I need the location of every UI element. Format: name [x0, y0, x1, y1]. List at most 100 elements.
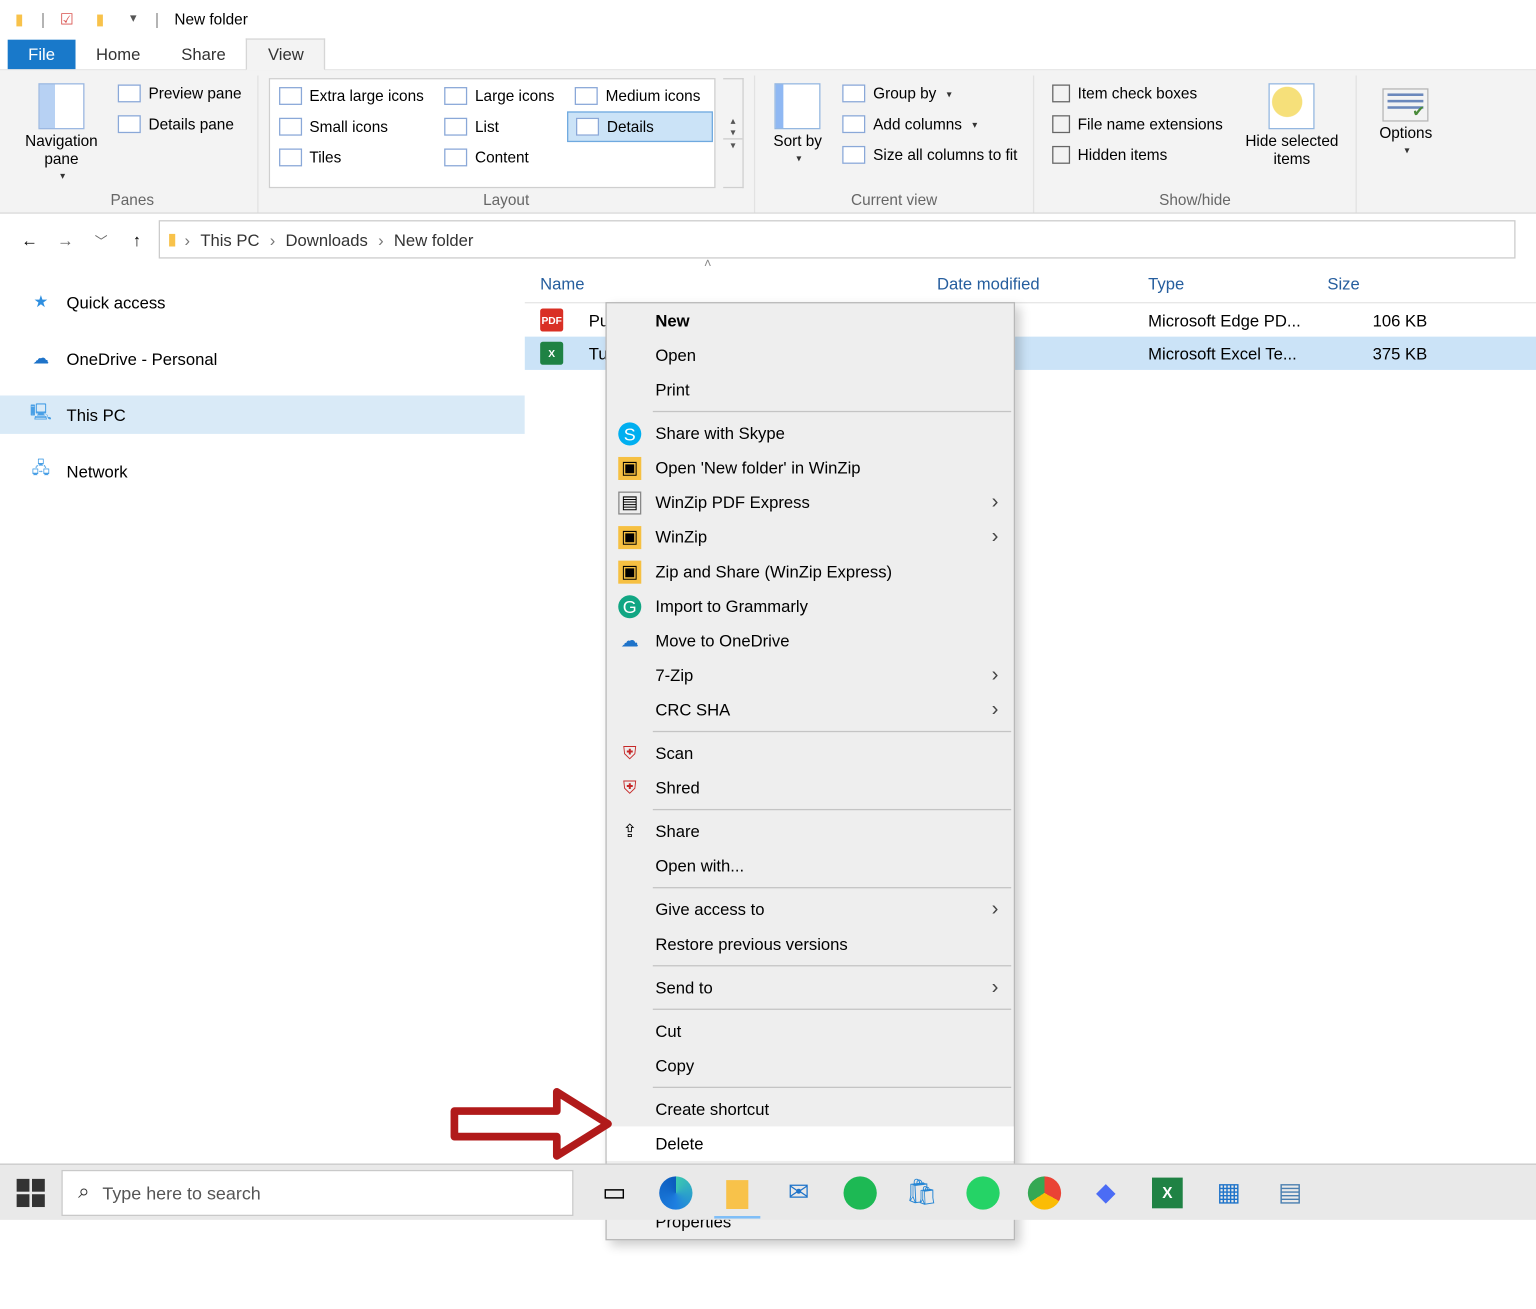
ribbon-group-options: ✔ Options ▾	[1357, 76, 1454, 213]
address-bar[interactable]: ▮ › This PC › Downloads › New folder	[159, 220, 1516, 258]
separator	[653, 1009, 1011, 1010]
ctx-import-grammarly[interactable]: GImport to Grammarly	[607, 589, 1014, 624]
forward-button[interactable]: →	[51, 225, 79, 253]
column-date-modified[interactable]: Date modified	[922, 265, 1133, 302]
item-check-boxes-checkbox[interactable]: Item check boxes	[1044, 78, 1230, 109]
ctx-open-with[interactable]: Open with...	[607, 849, 1014, 884]
ctx-crc-sha[interactable]: CRC SHA›	[607, 692, 1014, 727]
taskbar-edge[interactable]	[645, 1164, 706, 1220]
ctx-shred[interactable]: ⛨Shred	[607, 771, 1014, 806]
layout-large-icons[interactable]: Large icons	[437, 81, 568, 112]
navigation-pane-button[interactable]: Navigation pane ▾	[18, 78, 105, 182]
ctx-copy[interactable]: Copy	[607, 1048, 1014, 1083]
back-button[interactable]: ←	[15, 225, 43, 253]
ctx-open[interactable]: Open	[607, 338, 1014, 373]
hidden-items-checkbox[interactable]: Hidden items	[1044, 140, 1230, 171]
context-menu: New Open Print SShare with Skype ▣Open '…	[605, 302, 1015, 1240]
ctx-give-access-to[interactable]: Give access to›	[607, 892, 1014, 927]
ctx-winzip-pdf-express[interactable]: ▤WinZip PDF Express›	[607, 485, 1014, 520]
folder-icon: ▮	[168, 229, 177, 249]
options-button[interactable]: ✔ Options ▾	[1367, 78, 1444, 156]
small-icons-icon	[279, 118, 302, 136]
ctx-delete[interactable]: Delete	[607, 1126, 1014, 1161]
taskbar-whatsapp[interactable]	[952, 1164, 1013, 1220]
nav-this-pc[interactable]: 🖳This PC	[0, 396, 525, 434]
sort-indicator-icon: ˄	[704, 257, 711, 271]
start-button[interactable]	[0, 1164, 61, 1220]
ctx-zip-and-share[interactable]: ▣Zip and Share (WinZip Express)	[607, 554, 1014, 589]
layout-gallery-scroll[interactable]: ▴▾▾	[723, 78, 743, 188]
ctx-print[interactable]: Print	[607, 372, 1014, 407]
layout-tiles[interactable]: Tiles	[271, 142, 437, 173]
ctx-restore-previous[interactable]: Restore previous versions	[607, 927, 1014, 962]
taskbar-excel[interactable]: X	[1137, 1164, 1198, 1220]
taskbar-mail[interactable]: ✉	[768, 1164, 829, 1220]
qat-icon[interactable]: ▮	[5, 4, 33, 32]
ribbon-group-panes-caption: Panes	[111, 188, 155, 212]
column-name[interactable]: Name˄	[525, 265, 922, 302]
shield-icon: ⛨	[618, 776, 641, 799]
breadcrumb-this-pc[interactable]: This PC	[193, 221, 268, 257]
column-size[interactable]: Size	[1312, 265, 1427, 302]
details-pane-button[interactable]: Details pane	[113, 109, 247, 140]
taskbar-calendar[interactable]: ▦	[1198, 1164, 1259, 1220]
separator	[653, 731, 1011, 732]
qat-properties-icon[interactable]: ☑	[53, 4, 81, 32]
size-all-columns-button[interactable]: Size all columns to fit	[837, 140, 1022, 171]
taskbar-chrome[interactable]	[1014, 1164, 1075, 1220]
tab-home[interactable]: Home	[75, 40, 160, 69]
nav-quick-access[interactable]: ★Quick access	[0, 283, 525, 321]
taskbar-search[interactable]: ⌕ Type here to search	[61, 1169, 573, 1215]
ctx-scan[interactable]: ⛨Scan	[607, 736, 1014, 771]
task-view-button[interactable]: ▭	[584, 1164, 645, 1220]
ctx-share-skype[interactable]: SShare with Skype	[607, 416, 1014, 451]
ctx-create-shortcut[interactable]: Create shortcut	[607, 1092, 1014, 1127]
recent-locations-button[interactable]: ﹀	[87, 225, 115, 253]
ribbon-group-show-hide-caption: Show/hide	[1159, 188, 1231, 212]
up-button[interactable]: ↑	[123, 225, 151, 253]
ctx-move-onedrive[interactable]: ☁Move to OneDrive	[607, 623, 1014, 658]
file-name-extensions-checkbox[interactable]: File name extensions	[1044, 109, 1230, 140]
taskbar-spotify[interactable]	[829, 1164, 890, 1220]
column-type[interactable]: Type	[1133, 265, 1312, 302]
add-columns-button[interactable]: Add columns▾	[837, 109, 1022, 140]
breadcrumb-new-folder[interactable]: New folder	[386, 221, 481, 257]
ctx-new[interactable]: New	[607, 303, 1014, 338]
ctx-send-to[interactable]: Send to›	[607, 970, 1014, 1005]
spotify-icon	[844, 1176, 877, 1209]
ctx-share[interactable]: ⇪Share	[607, 814, 1014, 849]
layout-details[interactable]: Details	[567, 111, 713, 142]
sort-by-button[interactable]: Sort by ▾	[766, 78, 830, 164]
tab-share[interactable]: Share	[161, 40, 246, 69]
separator	[653, 1087, 1011, 1088]
chevron-right-icon: ›	[376, 230, 387, 249]
hide-selected-items-button[interactable]: Hide selected items	[1238, 78, 1346, 168]
taskbar-jira[interactable]: ◆	[1075, 1164, 1136, 1220]
ctx-open-winzip[interactable]: ▣Open 'New folder' in WinZip	[607, 451, 1014, 486]
tab-view[interactable]: View	[246, 38, 325, 70]
taskbar-store[interactable]: 🛍	[891, 1164, 952, 1220]
layout-medium-icons[interactable]: Medium icons	[567, 81, 713, 112]
group-by-button[interactable]: Group by▾	[837, 78, 1022, 109]
ctx-7zip[interactable]: 7-Zip›	[607, 658, 1014, 693]
layout-small-icons[interactable]: Small icons	[271, 111, 437, 142]
breadcrumb-downloads[interactable]: Downloads	[278, 221, 376, 257]
nav-network[interactable]: 🖧Network	[0, 452, 525, 490]
layout-content[interactable]: Content	[437, 142, 568, 173]
nav-onedrive[interactable]: ☁OneDrive - Personal	[0, 339, 525, 377]
ctx-cut[interactable]: Cut	[607, 1014, 1014, 1049]
qat-new-folder-icon[interactable]: ▮	[86, 4, 114, 32]
ribbon-group-current-view-caption: Current view	[851, 188, 937, 212]
chevron-right-icon: ›	[992, 525, 999, 548]
ribbon-group-current-view: Sort by ▾ Group by▾ Add columns▾ Size al…	[755, 76, 1034, 213]
layout-list[interactable]: List	[437, 111, 568, 142]
winzip-icon: ▣	[618, 560, 641, 583]
tab-file[interactable]: File	[8, 40, 76, 69]
details-icon	[576, 118, 599, 136]
qat-dropdown[interactable]: ▾	[119, 4, 147, 32]
taskbar-calculator[interactable]: ▤	[1260, 1164, 1321, 1220]
layout-xl-icons[interactable]: Extra large icons	[271, 81, 437, 112]
taskbar-file-explorer[interactable]: ▇	[707, 1164, 768, 1220]
ctx-winzip[interactable]: ▣WinZip›	[607, 520, 1014, 555]
preview-pane-button[interactable]: Preview pane	[113, 78, 247, 109]
